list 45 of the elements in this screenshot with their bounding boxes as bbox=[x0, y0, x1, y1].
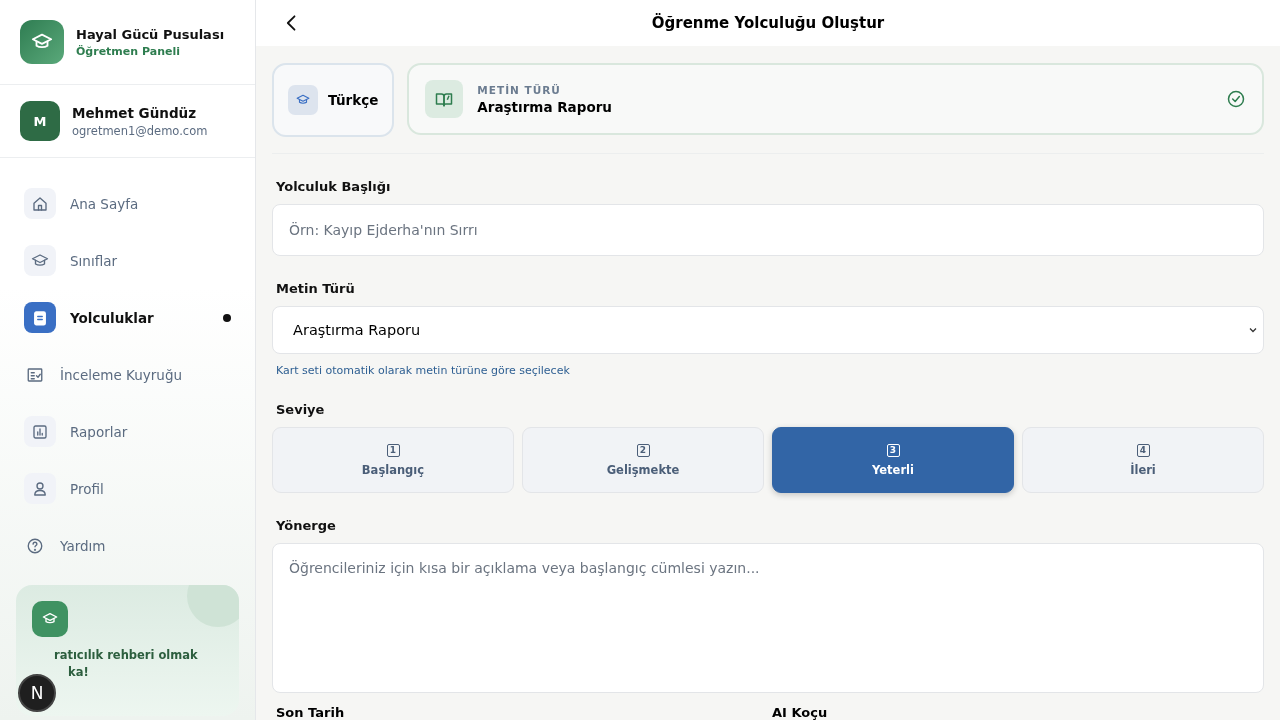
subject-card[interactable]: Türkçe bbox=[272, 63, 395, 137]
user-name: Mehmet Gündüz bbox=[72, 104, 197, 121]
active-dot bbox=[223, 313, 231, 322]
card-value: Araştırma Raporu bbox=[477, 98, 613, 115]
app-subtitle: Öğretmen Paneli bbox=[76, 44, 181, 58]
field-label: AI Koçu bbox=[772, 705, 829, 720]
nav-item[interactable]: Sınıflar bbox=[24, 245, 231, 276]
level-option[interactable]: 1 Başlangıç bbox=[272, 427, 514, 493]
field-hint: Kart seti otomatik olarak metin türüne göre seçilecek bbox=[276, 364, 571, 377]
nav-icon bbox=[24, 188, 56, 219]
field-label: Son Tarih bbox=[276, 705, 346, 720]
promo-text: ka! bbox=[67, 664, 90, 681]
nav-icon bbox=[24, 416, 56, 447]
nav-item[interactable]: Yardım bbox=[24, 530, 231, 561]
instruction-text-area[interactable]: Öğrencileriniz için kısa bir açıklama veya başlangıç cümlesi yazın... bbox=[272, 543, 1264, 693]
nav-item[interactable]: Raporlar bbox=[24, 416, 231, 447]
field-label: Metin Türü bbox=[276, 281, 356, 296]
card-caption: METİN TÜRÜ bbox=[477, 83, 562, 96]
user-email: ogretmen1@demo.com bbox=[72, 123, 208, 138]
level-option[interactable]: 3 Yeterli bbox=[772, 427, 1014, 493]
dev-badge-button[interactable]: N bbox=[18, 674, 56, 712]
field-label: Seviye bbox=[276, 402, 326, 417]
app-title: Hayal Gücü Pusulası bbox=[76, 26, 225, 42]
level-option[interactable]: 2 Gelişmekte bbox=[522, 427, 764, 493]
subject-label: Türkçe bbox=[328, 92, 379, 108]
cap-icon bbox=[32, 601, 68, 637]
nav-icon bbox=[24, 473, 56, 504]
nav-item[interactable]: İnceleme Kuyruğu bbox=[24, 359, 231, 390]
nav-icon bbox=[24, 302, 56, 333]
user-avatar: M bbox=[20, 101, 60, 141]
level-option[interactable]: 4 İleri bbox=[1022, 427, 1264, 493]
cap-icon bbox=[288, 85, 318, 115]
nav-item[interactable]: Profil bbox=[24, 473, 231, 504]
page-title: Öğrenme Yolculuğu Oluştur bbox=[651, 14, 885, 32]
title-input-field[interactable]: Örn: Kayıp Ejderha'nın Sırrı bbox=[272, 204, 1264, 256]
promo-text: ratıcılık rehberi olmak bbox=[54, 647, 198, 664]
nav-item[interactable]: Ana Sayfa bbox=[24, 188, 231, 219]
field-label: Yolculuk Başlığı bbox=[276, 179, 392, 194]
logo-icon bbox=[20, 20, 64, 64]
nav-item[interactable]: Yolculuklar bbox=[24, 302, 231, 333]
field-label: Yönerge bbox=[276, 518, 337, 533]
book-icon bbox=[425, 80, 464, 118]
nav-icon bbox=[24, 245, 56, 276]
text-type-dropdown[interactable]: Araştırma Raporu bbox=[272, 306, 1264, 354]
text-type-card[interactable]: METİN TÜRÜ Araştırma Raporu bbox=[407, 63, 1264, 135]
